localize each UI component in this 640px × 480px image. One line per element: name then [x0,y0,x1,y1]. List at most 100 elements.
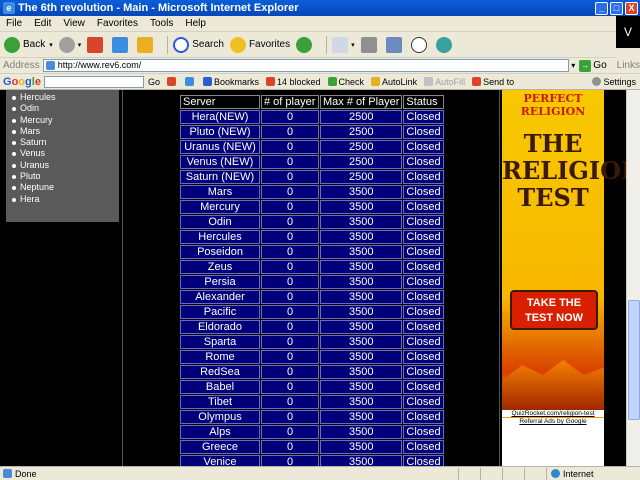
menu-favorites[interactable]: Favorites [91,18,144,29]
max-players-cell: 3500 [320,380,403,394]
nav-item-hercules[interactable]: Hercules [12,92,119,103]
nav-item-odin[interactable]: Odin [12,103,119,114]
server-name-cell[interactable]: Odin [180,215,260,229]
server-name-cell[interactable]: Poseidon [180,245,260,259]
status-cell: Closed [403,155,444,169]
server-name-cell[interactable]: Rome [180,350,260,364]
server-name-cell[interactable]: Zeus [180,260,260,274]
server-name-cell[interactable]: Uranus (NEW) [180,140,260,154]
server-name-cell[interactable]: Pacific [180,305,260,319]
server-name-cell[interactable]: Venice [180,455,260,466]
messenger-button[interactable] [435,36,455,53]
close-button[interactable]: X [625,1,638,15]
window-title: The 6th revolution - Main - Microsoft In… [18,2,299,14]
discuss-button[interactable] [410,36,430,53]
nav-item-mercury[interactable]: Mercury [12,115,119,126]
search-button[interactable]: Search [173,36,224,53]
news-icon [166,77,176,86]
scrollbar-thumb[interactable] [628,300,640,420]
google-settings-button[interactable]: Settings [592,77,636,87]
server-name-cell[interactable]: Saturn (NEW) [180,170,260,184]
menu-file[interactable]: File [0,18,28,29]
edit-button[interactable] [385,36,405,53]
forward-button[interactable]: ▾ [58,36,82,53]
print-button[interactable] [360,36,380,53]
nav-item-neptune[interactable]: Neptune [12,182,119,193]
back-dropdown-icon[interactable]: ▾ [49,41,53,49]
back-button[interactable]: Back ▾ [4,36,53,53]
server-name-cell[interactable]: Babel [180,380,260,394]
google-news-button[interactable] [166,77,178,86]
nav-item-mars[interactable]: Mars [12,126,119,137]
autofill-button[interactable]: AutoFill [424,77,465,87]
server-name-cell[interactable]: Mars [180,185,260,199]
history-button[interactable] [296,36,315,53]
server-name-cell[interactable]: RedSea [180,365,260,379]
autofill-label: AutoFill [435,76,466,87]
autolink-button[interactable]: AutoLink [371,77,417,87]
ads-by-google-link[interactable]: Referral Ads by Google [502,418,604,425]
mail-button[interactable]: ▾ [332,36,355,53]
status-cell: Closed [403,335,444,349]
google-logo[interactable]: Google [0,76,44,88]
spellcheck-button[interactable]: Check [327,77,364,87]
table-row: Odin 0 3500 Closed [180,215,444,229]
nav-item-pluto[interactable]: Pluto [12,171,119,182]
menu-help[interactable]: Help [179,18,212,29]
player-count-cell: 0 [261,155,319,169]
mail-dropdown-icon[interactable]: ▾ [351,41,355,49]
player-count-cell: 0 [261,275,319,289]
ad-url-link[interactable]: QuizRocket.com/religion-test [502,410,604,417]
address-dropdown-icon[interactable]: ▾ [571,61,575,70]
max-players-cell: 3500 [320,350,403,364]
server-name-cell[interactable]: Mercury [180,200,260,214]
minimize-button[interactable]: _ [595,1,608,15]
server-name-cell[interactable]: Sparta [180,335,260,349]
stop-button[interactable] [87,36,106,53]
server-name-cell[interactable]: Alps [180,425,260,439]
nav-item-hera[interactable]: Hera [12,194,119,205]
forward-dropdown-icon[interactable]: ▾ [78,41,82,49]
menu-tools[interactable]: Tools [144,18,179,29]
server-name-cell[interactable]: Hera(NEW) [180,110,260,124]
nav-item-uranus[interactable]: Uranus [12,160,119,171]
status-cell: Closed [403,290,444,304]
google-go-button[interactable]: Go [148,77,160,87]
maximize-button[interactable]: □ [610,1,623,15]
status-cell: Closed [403,215,444,229]
server-name-cell[interactable]: Pluto (NEW) [180,125,260,139]
server-name-cell[interactable]: Tibet [180,395,260,409]
server-name-cell[interactable]: Persia [180,275,260,289]
take-test-button[interactable]: TAKE THE TEST NOW [510,290,598,330]
server-name-cell[interactable]: Eldorado [180,320,260,334]
menu-view[interactable]: View [57,18,91,29]
menu-edit[interactable]: Edit [28,18,57,29]
religion-test-ad[interactable]: PERFECT RELIGION THE RELIGION TEST TAKE … [502,90,626,466]
refresh-icon [112,36,129,53]
vertical-scrollbar[interactable] [626,90,640,466]
status-cell: Closed [403,275,444,289]
table-row: Alexander 0 3500 Closed [180,290,444,304]
popup-blocker-button[interactable]: 14 blocked [265,77,321,87]
address-input[interactable]: http://www.rev6.com/ [42,59,570,72]
player-count-cell: 0 [261,290,319,304]
player-count-cell: 0 [261,440,319,454]
status-bar: Done Internet [0,466,640,480]
server-name-cell[interactable]: Alexander [180,290,260,304]
server-name-cell[interactable]: Venus (NEW) [180,155,260,169]
nav-item-venus[interactable]: Venus [12,148,119,159]
favorites-button[interactable]: Favorites [229,36,290,53]
star-icon [229,36,246,53]
server-name-cell[interactable]: Greece [180,440,260,454]
links-button[interactable]: Links [617,60,640,71]
server-name-cell[interactable]: Hercules [180,230,260,244]
refresh-button[interactable] [112,36,131,53]
nav-item-saturn[interactable]: Saturn [12,137,119,148]
server-name-cell[interactable]: Olympus [180,410,260,424]
home-button[interactable] [137,36,156,53]
sendto-button[interactable]: Send to [472,77,514,87]
go-button[interactable]: → Go [579,59,607,72]
google-search-input[interactable] [43,75,144,88]
google-page-button[interactable] [184,77,196,86]
bookmarks-button[interactable]: Bookmarks [202,77,259,87]
